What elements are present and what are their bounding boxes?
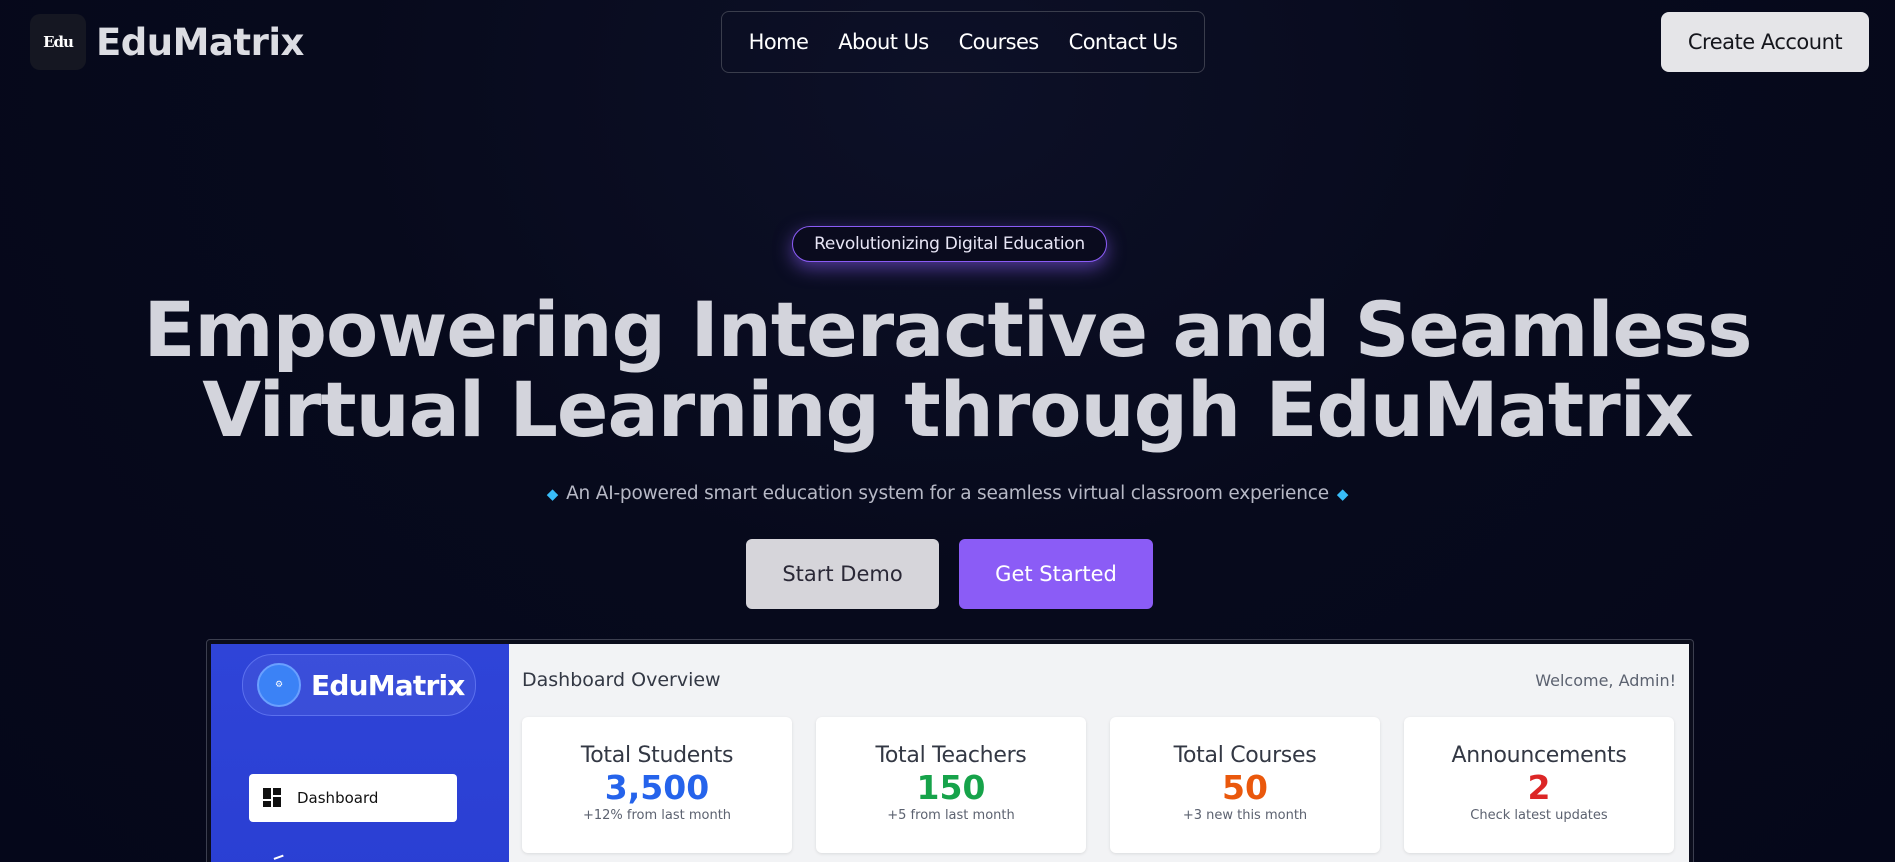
gem-icon: ◆ [546, 485, 559, 503]
stat-card-label: Total Courses [1173, 743, 1317, 768]
dashboard-preview-frame: ⚙ EduMatrix Dashboard Dashboard Overview… [211, 644, 1689, 862]
stat-card-value: 3,500 [604, 768, 710, 807]
brand[interactable]: Edu EduMatrix [30, 14, 304, 70]
dashboard-brand: ⚙ EduMatrix [242, 654, 476, 716]
stat-card-label: Announcements [1451, 743, 1627, 768]
nav-home[interactable]: Home [749, 30, 809, 54]
stat-card-note: Check latest updates [1470, 808, 1608, 823]
dashboard-preview: ⚙ EduMatrix Dashboard Dashboard Overview… [206, 639, 1694, 862]
stat-card-teachers[interactable]: Total Teachers 150 +5 from last month [816, 717, 1086, 853]
stat-card-note: +12% from last month [582, 808, 732, 823]
stat-card-value: 50 [1222, 768, 1268, 807]
dashboard-brand-name: EduMatrix [311, 668, 465, 702]
stat-card-students[interactable]: Total Students 3,500 +12% from last mont… [522, 717, 792, 853]
nav-about-us[interactable]: About Us [838, 30, 929, 54]
sidebar-next-icon [273, 854, 287, 862]
stat-card-note: +5 from last month [887, 808, 1015, 823]
stat-card-label: Total Teachers [875, 743, 1027, 768]
dashboard-welcome: Welcome, Admin! [1535, 671, 1676, 690]
get-started-button[interactable]: Get Started [959, 539, 1153, 609]
start-demo-button[interactable]: Start Demo [746, 539, 939, 609]
dashboard-sidebar: ⚙ EduMatrix Dashboard [211, 644, 509, 862]
hero-title: Empowering Interactive and Seamless Virt… [0, 290, 1895, 450]
stat-card-value: 2 [1527, 768, 1551, 807]
dashboard-main: Dashboard Overview Welcome, Admin! Total… [509, 644, 1689, 862]
sidebar-item-dashboard[interactable]: Dashboard [249, 774, 457, 822]
hero-title-line2: Virtual Learning through EduMatrix [202, 365, 1694, 454]
hero-subtitle-text: An AI-powered smart education system for… [566, 483, 1329, 504]
stat-card-announcements[interactable]: Announcements 2 Check latest updates [1404, 717, 1674, 853]
create-account-button[interactable]: Create Account [1661, 12, 1869, 72]
hero-title-line1: Empowering Interactive and Seamless [143, 285, 1752, 374]
gem-icon: ◆ [1336, 485, 1349, 503]
nav-courses[interactable]: Courses [959, 30, 1040, 54]
dashboard-title: Dashboard Overview [522, 669, 721, 691]
sidebar-item-label: Dashboard [297, 789, 379, 807]
hero-subtitle: ◆ An AI-powered smart education system fo… [0, 483, 1895, 504]
stat-card-courses[interactable]: Total Courses 50 +3 new this month [1110, 717, 1380, 853]
nav-contact-us[interactable]: Contact Us [1069, 30, 1178, 54]
stat-card-label: Total Students [580, 743, 734, 768]
hero-badge: Revolutionizing Digital Education [792, 226, 1107, 262]
stat-card-note: +3 new this month [1182, 808, 1308, 823]
stat-card-value: 150 [916, 768, 986, 807]
brand-logo: Edu [30, 14, 86, 70]
brand-name: EduMatrix [96, 20, 304, 64]
main-nav: Home About Us Courses Contact Us [721, 11, 1205, 73]
dashboard-grid-icon [263, 788, 283, 808]
dashboard-logo-icon: ⚙ [257, 663, 301, 707]
site-header: Edu EduMatrix Home About Us Courses Cont… [0, 0, 1895, 84]
stat-cards: Total Students 3,500 +12% from last mont… [522, 717, 1674, 853]
